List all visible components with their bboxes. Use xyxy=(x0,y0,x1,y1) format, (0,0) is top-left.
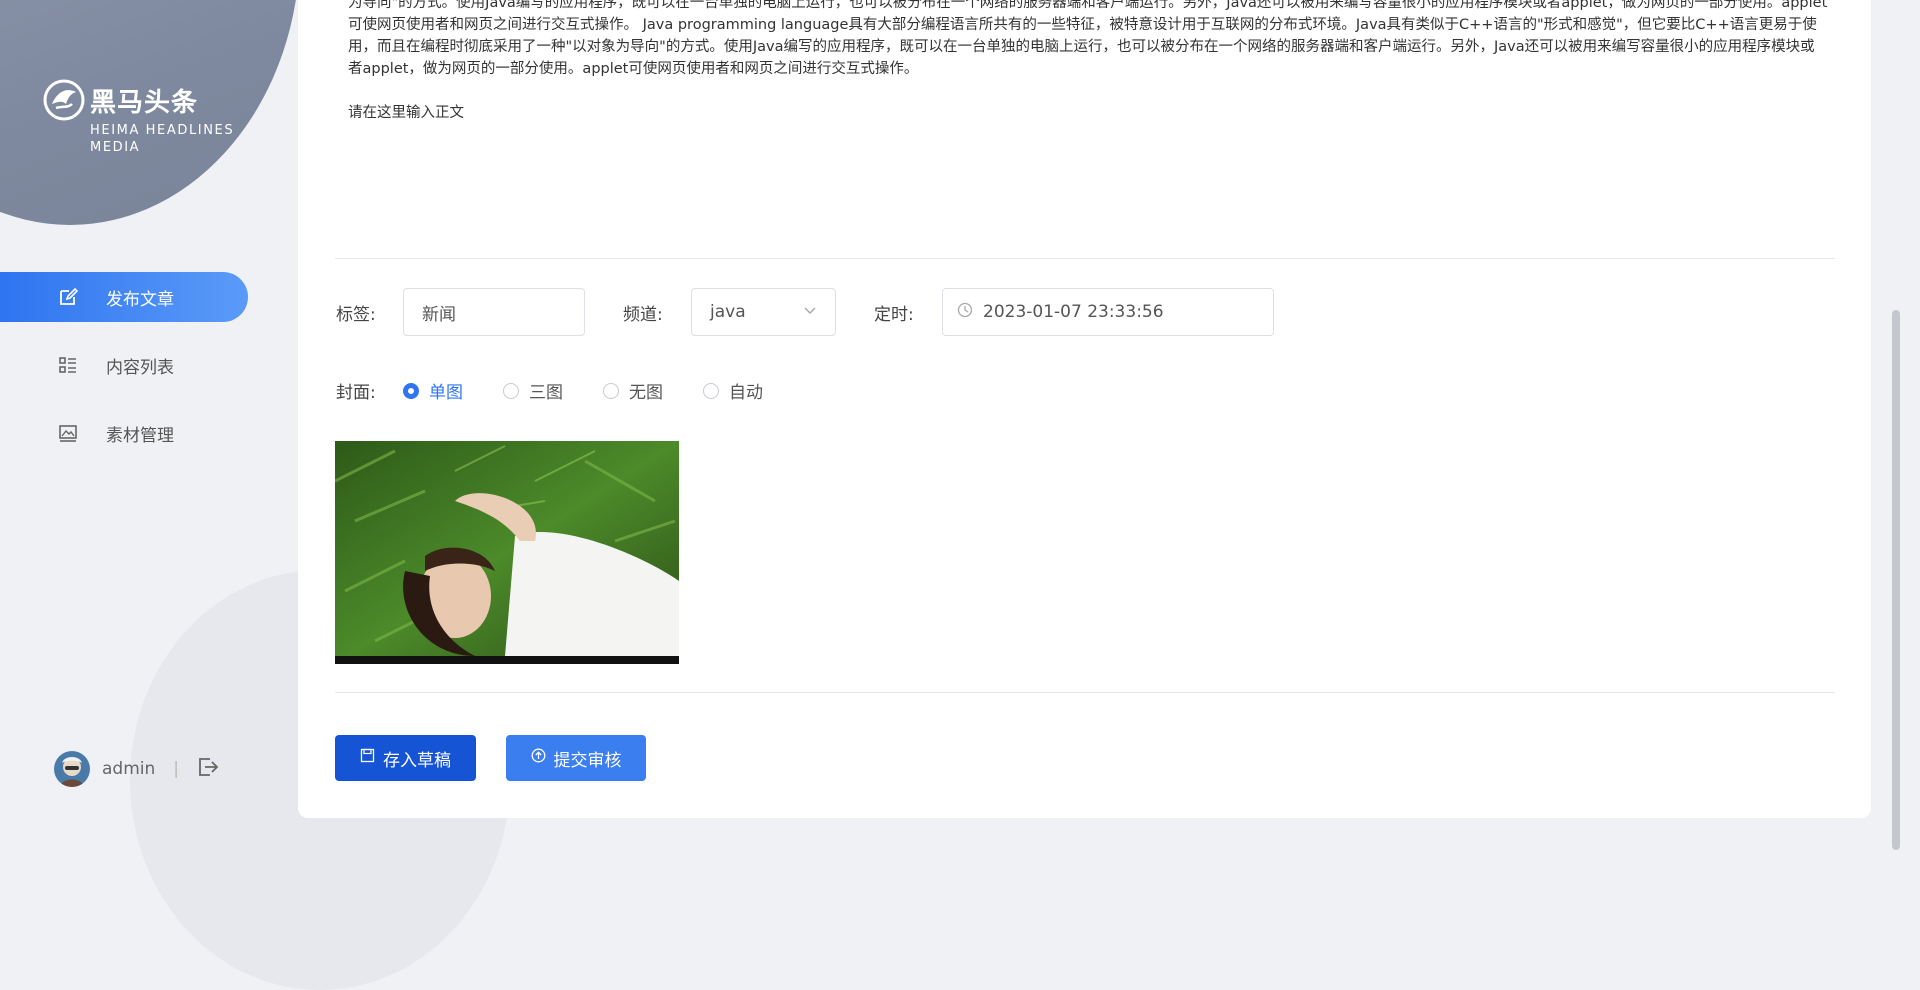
timer-label: 定时: xyxy=(874,304,914,325)
brand-subtitle: HEIMA HEADLINES MEDIA xyxy=(90,123,235,155)
scrollbar-thumb[interactable] xyxy=(1892,310,1900,850)
logout-icon[interactable] xyxy=(197,756,219,783)
channel-select[interactable]: java xyxy=(691,288,836,336)
sidebar-menu: 发布文章 内容列表 素材管理 xyxy=(0,272,298,476)
cover-form-row: 封面: 单图 三图 无图 自动 xyxy=(336,378,803,403)
sidebar-item-label: 发布文章 xyxy=(106,289,174,310)
cover-label: 封面: xyxy=(336,383,376,403)
sidebar-item-publish-article[interactable]: 发布文章 xyxy=(0,272,248,322)
radio-label: 单图 xyxy=(429,383,463,403)
rich-text-editor-content[interactable]: 为导向"的方式。使用Java编写的应用程序，既可以在一台单独的电脑上运行，也可以… xyxy=(348,0,1828,80)
editor-paragraph: 为导向"的方式。使用Java编写的应用程序，既可以在一台单独的电脑上运行，也可以… xyxy=(348,0,1828,77)
radio-label: 自动 xyxy=(729,383,763,403)
sidebar-item-material-management[interactable]: 素材管理 xyxy=(0,408,298,458)
submit-review-label: 提交审核 xyxy=(553,750,622,771)
user-separator: | xyxy=(173,759,180,779)
cover-image xyxy=(335,441,679,664)
horse-logo-icon xyxy=(43,79,85,121)
save-icon xyxy=(360,748,375,768)
cover-radio-three[interactable]: 三图 xyxy=(503,378,563,403)
channel-select-value: java xyxy=(710,302,746,322)
brand-logo: 黑马头条 HEIMA HEADLINES MEDIA xyxy=(42,78,240,156)
tag-label: 标签: xyxy=(336,304,376,325)
sidebar-item-content-list[interactable]: 内容列表 xyxy=(0,340,298,390)
user-info: admin | xyxy=(54,751,219,787)
sidebar-item-label: 内容列表 xyxy=(106,357,174,378)
cover-radio-none[interactable]: 无图 xyxy=(603,378,663,403)
channel-label: 频道: xyxy=(623,304,663,325)
radio-dot xyxy=(503,382,519,399)
tag-input-value: 新闻 xyxy=(422,304,456,325)
timer-value: 2023-01-07 23:33:56 xyxy=(983,302,1164,322)
save-draft-label: 存入草稿 xyxy=(383,750,451,771)
cover-radio-auto[interactable]: 自动 xyxy=(703,378,763,403)
submit-review-button[interactable]: 提交审核 xyxy=(506,735,646,781)
image-icon xyxy=(58,423,78,443)
chevron-down-icon xyxy=(803,302,817,322)
list-icon xyxy=(58,355,78,375)
sidebar: 黑马头条 HEIMA HEADLINES MEDIA 发布文章 内容列表 素材管… xyxy=(0,0,298,868)
divider xyxy=(335,692,1835,693)
radio-dot xyxy=(703,382,719,399)
meta-form-row: 标签: 新闻 频道: java 定时: 2023-01-07 23:33:56 xyxy=(336,288,1274,336)
cover-image-upload[interactable] xyxy=(335,441,679,664)
publish-article-card: 为导向"的方式。使用Java编写的应用程序，既可以在一台单独的电脑上运行，也可以… xyxy=(298,0,1871,818)
edit-icon xyxy=(58,287,78,307)
radio-label: 三图 xyxy=(529,383,563,403)
avatar[interactable] xyxy=(54,751,90,787)
editor-placeholder-line[interactable]: 请在这里输入正文 xyxy=(348,101,464,122)
timer-datetime-picker[interactable]: 2023-01-07 23:33:56 xyxy=(942,288,1274,336)
radio-label: 无图 xyxy=(629,383,663,403)
upload-circle-icon xyxy=(531,748,546,768)
brand-title: 黑马头条 xyxy=(90,87,199,118)
radio-dot xyxy=(403,382,419,399)
sidebar-item-label: 素材管理 xyxy=(106,425,174,446)
clock-icon xyxy=(957,302,973,323)
username: admin xyxy=(102,759,156,779)
cover-radio-single[interactable]: 单图 xyxy=(403,378,463,403)
save-draft-button[interactable]: 存入草稿 xyxy=(335,735,476,781)
radio-dot xyxy=(603,382,619,399)
divider xyxy=(335,258,1835,259)
page-scrollbar[interactable] xyxy=(1871,0,1920,868)
tag-input[interactable]: 新闻 xyxy=(403,288,585,336)
